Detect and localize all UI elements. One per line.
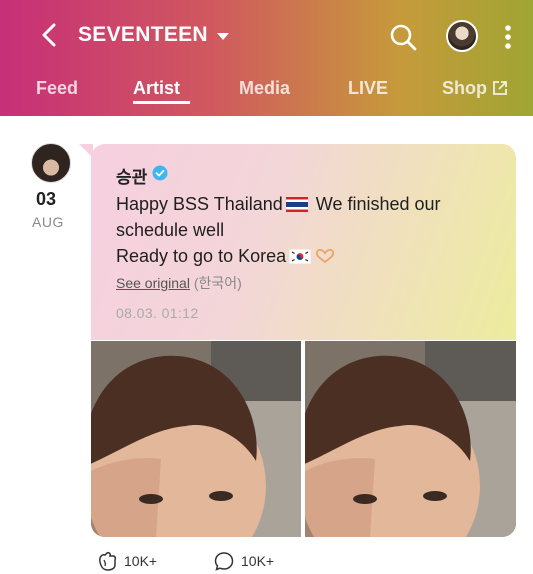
- post-text: Happy BSS Thailand We finished our sched…: [116, 191, 506, 269]
- artist-avatar[interactable]: [31, 143, 71, 183]
- app-header: SEVENTEEN Feed Artist Media LIVE Shop: [0, 0, 533, 116]
- see-original-link[interactable]: See original: [116, 275, 190, 291]
- post-date-month: AUG: [32, 214, 64, 230]
- tab-feed[interactable]: Feed: [36, 78, 78, 99]
- post-photo-2[interactable]: [305, 341, 516, 537]
- original-language: (한국어): [193, 275, 242, 291]
- heart-hands-icon: [316, 248, 335, 264]
- see-original: See original (한국어): [116, 273, 242, 293]
- post-timestamp: 08.03. 01:12: [116, 305, 199, 321]
- tab-shop-label: Shop: [442, 78, 487, 98]
- cheer-button[interactable]: 10K+: [96, 550, 157, 572]
- more-vert-icon[interactable]: [500, 22, 516, 52]
- profile-avatar[interactable]: [446, 20, 478, 52]
- verified-badge-icon: [152, 165, 168, 181]
- comment-button[interactable]: 10K+: [213, 550, 274, 572]
- tab-media[interactable]: Media: [239, 78, 290, 99]
- external-link-icon: [493, 81, 507, 95]
- community-title[interactable]: SEVENTEEN: [78, 23, 208, 47]
- tab-shop[interactable]: Shop: [442, 78, 508, 99]
- nav-tabs: Feed Artist Media LIVE Shop: [0, 70, 533, 110]
- comment-count: 10K+: [241, 553, 275, 569]
- active-tab-indicator: [133, 101, 190, 104]
- top-bar: SEVENTEEN: [0, 14, 533, 58]
- selfie-image: [91, 341, 301, 537]
- cheer-count: 10K+: [124, 553, 158, 569]
- thailand-flag-icon: [285, 197, 308, 212]
- post-author[interactable]: 승관: [116, 163, 147, 188]
- search-icon[interactable]: [388, 22, 418, 52]
- tab-live[interactable]: LIVE: [348, 78, 388, 99]
- selfie-image: [305, 341, 516, 537]
- post-text-line2: Ready to go to Korea: [116, 246, 287, 266]
- post-date-day: 03: [36, 189, 57, 209]
- tab-artist[interactable]: Artist: [133, 78, 180, 99]
- back-icon[interactable]: [36, 20, 66, 50]
- cheer-icon: [99, 552, 117, 571]
- comment-icon: [214, 552, 234, 571]
- korea-flag-icon: [289, 249, 312, 264]
- post-photo-1[interactable]: [91, 341, 301, 537]
- dropdown-caret-icon[interactable]: [213, 27, 233, 45]
- post-text-line1: Happy BSS Thailand: [116, 194, 283, 214]
